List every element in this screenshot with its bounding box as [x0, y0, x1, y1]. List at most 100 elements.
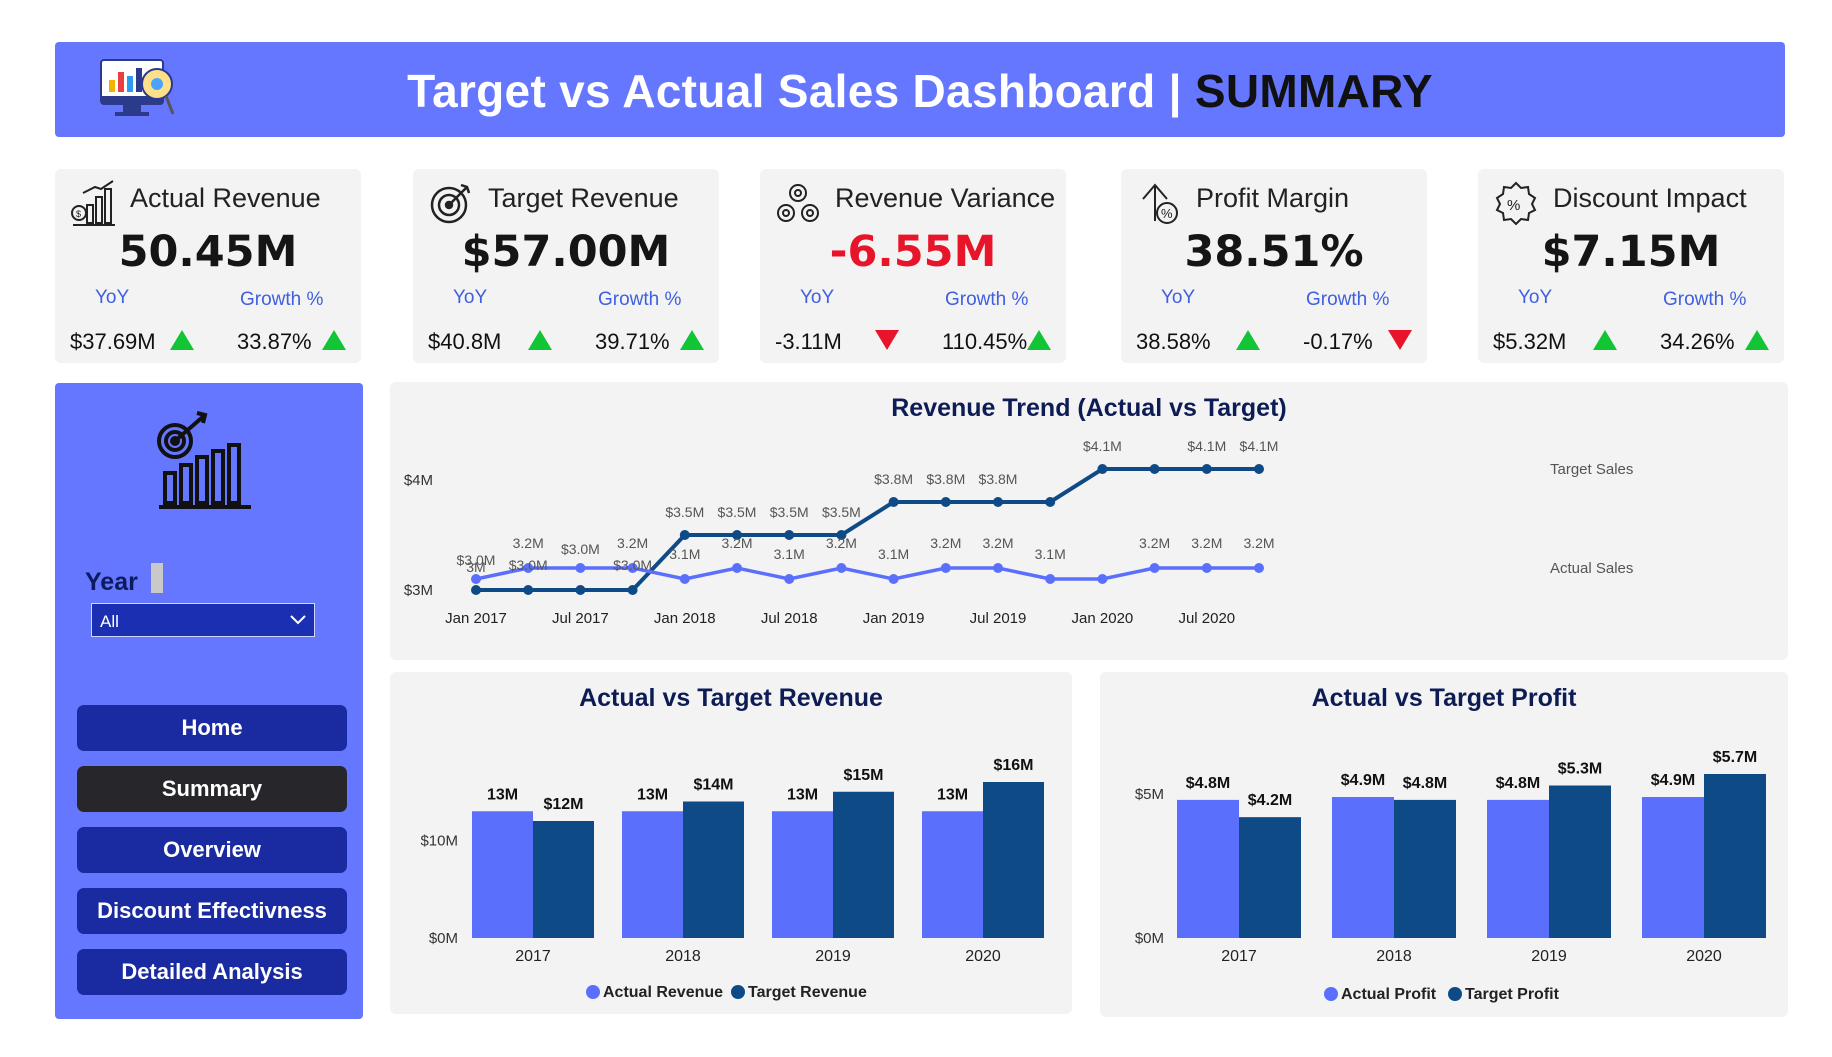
y-tick-label: $10M: [420, 833, 458, 850]
growth-trend-indicator: [679, 329, 705, 356]
data-label: $4.9M: [1651, 772, 1695, 789]
kpi-growth-value: 39.71%: [595, 329, 670, 354]
data-point[interactable]: [679, 574, 690, 584]
data-point[interactable]: [1149, 464, 1160, 474]
bar[interactable]: [1549, 785, 1611, 938]
bar[interactable]: [683, 801, 744, 939]
bar[interactable]: [472, 811, 533, 938]
x-tick-label: 2017: [515, 948, 551, 965]
kpi-yoy-value: 38.58%: [1136, 329, 1211, 354]
nav-summary-button[interactable]: Summary: [77, 766, 347, 812]
data-point[interactable]: [1201, 563, 1212, 573]
target-chart-icon: [155, 411, 255, 516]
triangle-up-icon: [1745, 330, 1769, 350]
x-tick-label: 2018: [1376, 948, 1412, 965]
data-point[interactable]: [575, 585, 586, 595]
data-point[interactable]: [679, 530, 690, 540]
data-point[interactable]: [1097, 574, 1108, 584]
data-label: $14M: [693, 777, 733, 794]
data-point[interactable]: [575, 563, 586, 573]
data-point[interactable]: [784, 574, 795, 584]
nav-detailed-analysis-button[interactable]: Detailed Analysis: [77, 949, 347, 995]
data-label: $3.8M: [979, 471, 1018, 487]
data-point[interactable]: [732, 563, 742, 573]
data-point[interactable]: [888, 497, 899, 507]
percent-arrow-icon: %: [1135, 179, 1183, 232]
kpi-growth-label: Growth %: [240, 289, 324, 310]
legend-label: Target Profit: [1465, 986, 1560, 1003]
data-label: $3.0M: [509, 557, 548, 573]
data-label: 3.1M: [1035, 546, 1066, 562]
bar[interactable]: [772, 811, 833, 938]
data-point[interactable]: [1045, 574, 1056, 584]
bar[interactable]: [1394, 799, 1456, 938]
data-label: 3.2M: [721, 535, 752, 551]
kpi-value: 50.45M: [118, 227, 298, 277]
data-point[interactable]: [1254, 563, 1264, 573]
data-point[interactable]: [940, 497, 951, 507]
data-label: $4.1M: [1240, 438, 1279, 454]
triangle-down-icon: [1388, 330, 1412, 350]
kpi-growth-value: -0.17%: [1303, 329, 1373, 354]
kpi-growth-value: 33.87%: [237, 329, 312, 354]
data-point[interactable]: [627, 585, 638, 595]
data-label: 3.2M: [930, 535, 961, 551]
data-label: $4.8M: [1186, 775, 1230, 792]
nav-overview-button[interactable]: Overview: [77, 827, 347, 873]
data-point[interactable]: [888, 574, 899, 584]
kpi-card: $ Actual Revenue 50.45M YoY Growth % $37.69M 3…: [55, 169, 361, 363]
x-tick-label: Jul 2017: [552, 610, 609, 627]
legend-marker: [731, 985, 745, 999]
legend-marker: [1448, 987, 1462, 1001]
x-tick-label: Jan 2019: [863, 610, 925, 627]
series-name-label: Target Sales: [1550, 461, 1633, 478]
sidebar: Year All Home Summary Overview Discount …: [55, 383, 363, 1019]
data-point[interactable]: [1254, 464, 1264, 474]
x-tick-label: Jul 2020: [1178, 610, 1235, 627]
bar[interactable]: [1642, 797, 1704, 938]
discount-badge-icon: %: [1492, 179, 1540, 232]
kpi-title: Profit Margin: [1196, 183, 1350, 213]
data-point[interactable]: [471, 585, 481, 595]
year-filter-marker: [151, 563, 163, 593]
bar[interactable]: [1704, 774, 1766, 938]
bar[interactable]: [1239, 817, 1301, 938]
data-point[interactable]: [836, 563, 847, 573]
data-point[interactable]: [1149, 563, 1160, 573]
nav-home-button[interactable]: Home: [77, 705, 347, 751]
kpi-card: Target Revenue $57.00M YoY Growth % $40.8M 39…: [413, 169, 719, 363]
bar[interactable]: [1487, 799, 1549, 938]
data-point[interactable]: [940, 563, 951, 573]
triangle-down-icon: [875, 330, 899, 350]
legend-marker: [586, 985, 600, 999]
data-point[interactable]: [784, 530, 795, 540]
bar[interactable]: [622, 811, 683, 938]
data-label: $3.5M: [822, 504, 861, 520]
yoy-trend-indicator: [874, 329, 900, 356]
y-tick-label: $0M: [429, 930, 458, 947]
data-point[interactable]: [1045, 497, 1056, 507]
data-point[interactable]: [1097, 464, 1108, 474]
data-label: 3.1M: [878, 546, 909, 562]
svg-text:$: $: [76, 209, 81, 219]
bar[interactable]: [1332, 797, 1394, 938]
data-point[interactable]: [1201, 464, 1212, 474]
bar[interactable]: [983, 782, 1044, 938]
bar[interactable]: [922, 811, 983, 938]
data-point[interactable]: [993, 563, 1003, 573]
bar[interactable]: [1177, 799, 1239, 938]
year-dropdown[interactable]: All: [91, 603, 315, 637]
data-point[interactable]: [523, 585, 534, 595]
kpi-yoy-label: YoY: [1161, 287, 1196, 308]
triangle-up-icon: [528, 330, 552, 350]
data-point[interactable]: [471, 574, 481, 584]
data-label: $3.5M: [665, 504, 704, 520]
kpi-value: $7.15M: [1541, 227, 1721, 277]
bar[interactable]: [833, 791, 894, 938]
bar[interactable]: [533, 821, 594, 938]
x-tick-label: 2017: [1221, 948, 1257, 965]
nav-discount-effectiveness-button[interactable]: Discount Effectivness: [77, 888, 347, 934]
data-label: $4.1M: [1083, 438, 1122, 454]
y-tick-label: $3M: [404, 582, 433, 599]
data-point[interactable]: [993, 497, 1003, 507]
